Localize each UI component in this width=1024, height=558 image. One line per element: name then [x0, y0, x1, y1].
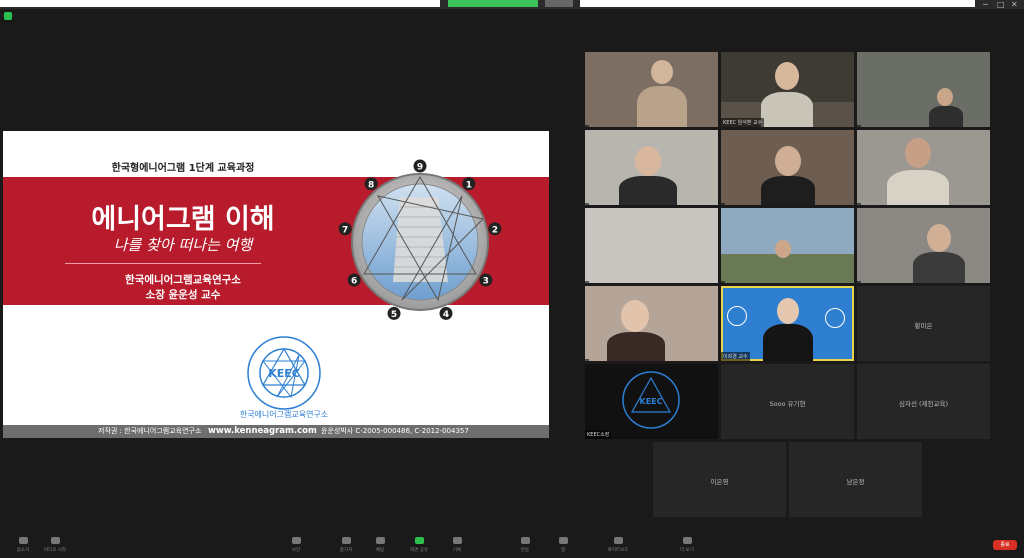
participant-tile[interactable] [585, 130, 718, 205]
view-options[interactable] [545, 0, 573, 7]
enneagram-point-label: 6 [351, 277, 357, 287]
footer-license: 윤운성박사 C-2005-000486, C-2012-004357 [321, 427, 469, 435]
shared-screen-slide: 한국형에니어그램 1단계 교육과정 에니어그램 이해 나를 찾아 떠나는 여행 … [3, 131, 549, 438]
participant-tile[interactable] [721, 130, 854, 205]
logo-text: KEEC [268, 367, 300, 380]
participant-tile[interactable] [857, 52, 990, 127]
participant-tile[interactable]: 남은정 [789, 442, 922, 517]
apps-button[interactable]: 앱 [548, 537, 578, 553]
slide-main-title: 에니어그램 이해 [91, 204, 275, 235]
smiley-icon [520, 537, 530, 544]
keec-logo-icon: KEEC [622, 371, 680, 429]
slide-subtitle: 나를 찾아 떠나는 여행 [113, 236, 253, 254]
enneagram-point-label: 1 [466, 180, 472, 190]
whiteboard-icon [613, 537, 623, 544]
enneagram-figure: 9 1 2 3 4 5 6 7 8 [338, 159, 502, 320]
slide-footer: 저작권 : 한국에니어그램교육연구소 www.kenneagram.com 윤운… [3, 425, 549, 438]
keec-logo: KEEC 한국에니어그램교육연구소 [240, 336, 328, 419]
participant-name [857, 203, 861, 205]
participant-tile[interactable]: Sooo 유기현 [721, 364, 854, 439]
enneagram-point-label: 7 [342, 225, 348, 235]
microphone-icon [18, 537, 28, 544]
participant-name [585, 203, 589, 205]
participant-name [857, 125, 861, 127]
camera-icon [50, 537, 60, 544]
title-area-right [580, 0, 975, 7]
participant-name: 이은영 [710, 478, 729, 486]
divider [65, 263, 261, 264]
participant-tile[interactable] [721, 208, 854, 283]
maximize-icon[interactable]: □ [997, 0, 1005, 9]
window-top-bar: ─ □ ✕ [0, 0, 1024, 9]
participant-name [585, 125, 589, 127]
meeting-toolbar: 음소거 비디오 시작 보안 참가자 채팅 화면 공유 기록 반응 앱 화이트보드… [0, 533, 1024, 558]
participant-tile[interactable]: 이은영 [653, 442, 786, 517]
logo-ring-text: 한국에니어그램교육연구소 [240, 409, 328, 419]
mute-button[interactable]: 음소거 [8, 537, 38, 553]
participant-name: KEEC소장 [585, 430, 612, 439]
participant-tile[interactable] [585, 286, 718, 361]
share-icon [414, 537, 424, 544]
course-title: 한국형에니어그램 1단계 교육과정 [111, 163, 255, 174]
participant-tile[interactable] [585, 208, 718, 283]
reactions-button[interactable]: 반응 [510, 537, 540, 553]
more-icon [682, 537, 692, 544]
participant-name: 이희경 교수 [721, 352, 750, 361]
svg-text:KEEC: KEEC [640, 397, 663, 406]
security-shield-icon[interactable] [4, 12, 12, 20]
participant-tile[interactable] [857, 130, 990, 205]
enneagram-point-label: 2 [492, 225, 498, 235]
shield-icon [291, 537, 301, 544]
slide-presenter: 소장 윤운성 교수 [145, 289, 221, 301]
apps-icon [558, 537, 568, 544]
participant-tile[interactable] [857, 208, 990, 283]
title-area [0, 0, 440, 7]
participant-tile[interactable]: KEEC 임석환 교수 [721, 52, 854, 127]
participant-tile[interactable]: 심자선 (제천교육) [857, 364, 990, 439]
enneagram-point-label: 3 [483, 277, 489, 287]
participant-tile[interactable] [585, 52, 718, 127]
participant-name [585, 359, 589, 361]
whiteboard-button[interactable]: 화이트보드 [603, 537, 633, 553]
minimize-icon[interactable]: ─ [983, 0, 988, 9]
participant-name [721, 281, 725, 283]
slide-org: 한국에니어그램교육연구소 [125, 274, 241, 286]
record-icon [452, 537, 462, 544]
enneagram-point-label: 9 [417, 163, 423, 173]
participant-name: KEEC 임석환 교수 [721, 118, 765, 127]
enneagram-point-label: 8 [368, 180, 374, 190]
participant-name: 심자선 (제천교육) [899, 400, 948, 408]
security-button[interactable]: 보안 [281, 537, 311, 553]
sharing-indicator[interactable] [448, 0, 538, 7]
participant-name: 황미은 [914, 322, 933, 330]
active-speaker-tile[interactable]: 이희경 교수 [721, 286, 854, 361]
participant-name [721, 203, 725, 205]
chat-icon [375, 537, 385, 544]
end-meeting-button[interactable]: 종료 [993, 540, 1017, 550]
more-button[interactable]: 더 보기 [672, 537, 702, 553]
participant-name: Sooo 유기현 [769, 400, 806, 408]
record-button[interactable]: 기록 [442, 537, 472, 553]
people-icon [341, 537, 351, 544]
footer-copyright: 저작권 : 한국에니어그램교육연구소 [98, 427, 202, 435]
participants-button[interactable]: 참가자 [331, 537, 361, 553]
share-screen-button[interactable]: 화면 공유 [404, 537, 434, 553]
participant-tile[interactable]: 황미은 [857, 286, 990, 361]
participant-tile[interactable]: KEEC KEEC소장 [585, 364, 718, 439]
chat-button[interactable]: 채팅 [365, 537, 395, 553]
participant-name [585, 281, 589, 283]
start-video-button[interactable]: 비디오 시작 [40, 537, 70, 553]
close-icon[interactable]: ✕ [1011, 0, 1018, 9]
participant-name [857, 281, 861, 283]
enneagram-point-label: 5 [391, 310, 397, 320]
footer-url: www.kenneagram.com [208, 426, 317, 436]
enneagram-point-label: 4 [443, 310, 449, 320]
participant-name: 남은정 [846, 478, 865, 486]
